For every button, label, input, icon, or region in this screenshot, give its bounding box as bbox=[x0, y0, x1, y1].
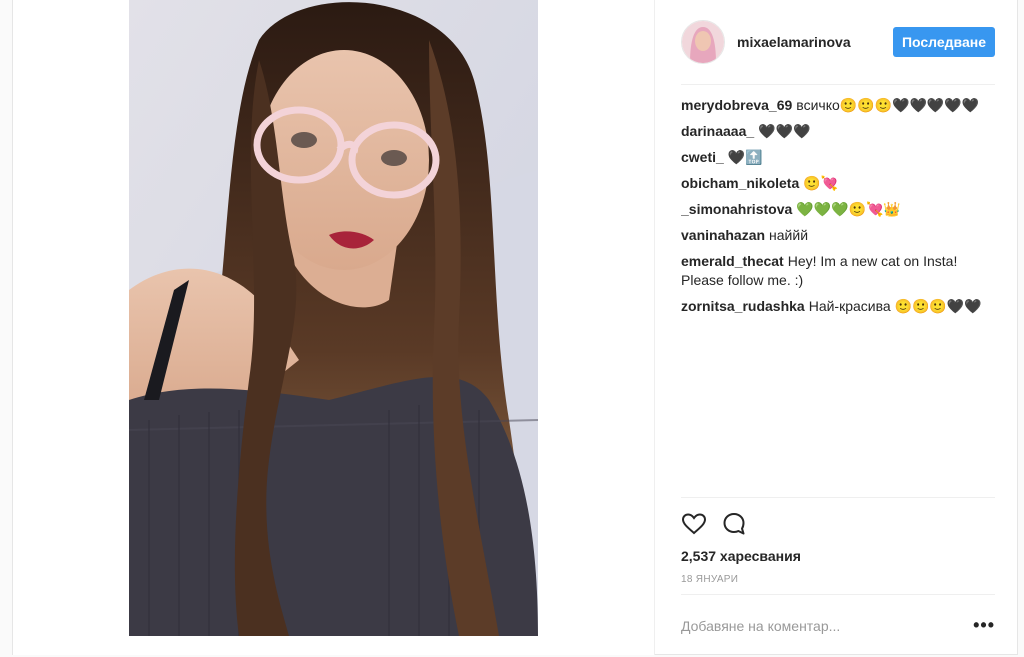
comment-bubble-icon[interactable] bbox=[721, 511, 747, 537]
post-sidebar: mixaelamarinova Последване merydobreva_6… bbox=[655, 0, 1019, 655]
comment-item: emerald_thecat Hey! Im a new cat on Insta… bbox=[681, 252, 995, 290]
post-media bbox=[13, 0, 655, 655]
comment-username[interactable]: vaninahazan bbox=[681, 227, 765, 243]
comment-username[interactable]: darinaaaa_ bbox=[681, 123, 754, 139]
comment-text: 💚💚💚🙂💘👑 bbox=[796, 201, 901, 217]
post-modal: mixaelamarinova Последване merydobreva_6… bbox=[12, 0, 1018, 655]
avatar-image bbox=[682, 21, 724, 63]
comment-username[interactable]: zornitsa_rudashka bbox=[681, 298, 805, 314]
more-options-button[interactable]: ••• bbox=[973, 615, 995, 636]
comment-username[interactable]: cweti_ bbox=[681, 149, 724, 165]
avatar[interactable] bbox=[681, 20, 725, 64]
comment-text: 🖤🖤🖤 bbox=[758, 123, 811, 139]
post-photo[interactable] bbox=[129, 0, 538, 636]
header-username[interactable]: mixaelamarinova bbox=[737, 34, 851, 50]
comment-username[interactable]: _simonahristova bbox=[681, 201, 792, 217]
post-header: mixaelamarinova Последване bbox=[681, 0, 995, 85]
add-comment-bar: ••• bbox=[681, 594, 995, 656]
comment-text: 🖤🔝 bbox=[727, 149, 763, 165]
comment-username[interactable]: emerald_thecat bbox=[681, 253, 784, 269]
follow-button[interactable]: Последване bbox=[892, 27, 995, 57]
comment-username[interactable]: obicham_nikoleta bbox=[681, 175, 799, 191]
selfie-photo-illustration bbox=[129, 0, 538, 636]
post-actions: 2,537 харесвания 18 ЯНУАРИ bbox=[681, 497, 995, 585]
comment-item: obicham_nikoleta 🙂💘 bbox=[681, 174, 995, 193]
comment-text: 🙂💘 bbox=[803, 175, 839, 191]
action-icons bbox=[681, 498, 995, 537]
comment-item: vaninahazan наййй bbox=[681, 226, 995, 245]
comment-text: наййй bbox=[769, 227, 809, 243]
comment-item: cweti_ 🖤🔝 bbox=[681, 148, 995, 167]
post-date: 18 ЯНУАРИ bbox=[681, 574, 739, 585]
comment-item: merydobreva_69 всичко🙂🙂🙂🖤🖤🖤🖤🖤 bbox=[681, 96, 995, 115]
comment-text: всичко🙂🙂🙂🖤🖤🖤🖤🖤 bbox=[796, 97, 980, 113]
comment-list: merydobreva_69 всичко🙂🙂🙂🖤🖤🖤🖤🖤 darinaaaa_ 🖤… bbox=[681, 96, 995, 496]
likes-count[interactable]: 2,537 харесвания bbox=[681, 548, 995, 564]
comment-input[interactable] bbox=[681, 617, 974, 634]
comment-item: darinaaaa_ 🖤🖤🖤 bbox=[681, 122, 995, 141]
comment-text: Най-красива 🙂🙂🙂🖤🖤 bbox=[808, 298, 982, 314]
heart-icon[interactable] bbox=[681, 511, 707, 537]
comment-item: zornitsa_rudashka Най-красива 🙂🙂🙂🖤🖤 bbox=[681, 297, 995, 316]
comment-username[interactable]: merydobreva_69 bbox=[681, 97, 792, 113]
comment-item: _simonahristova 💚💚💚🙂💘👑 bbox=[681, 200, 995, 219]
